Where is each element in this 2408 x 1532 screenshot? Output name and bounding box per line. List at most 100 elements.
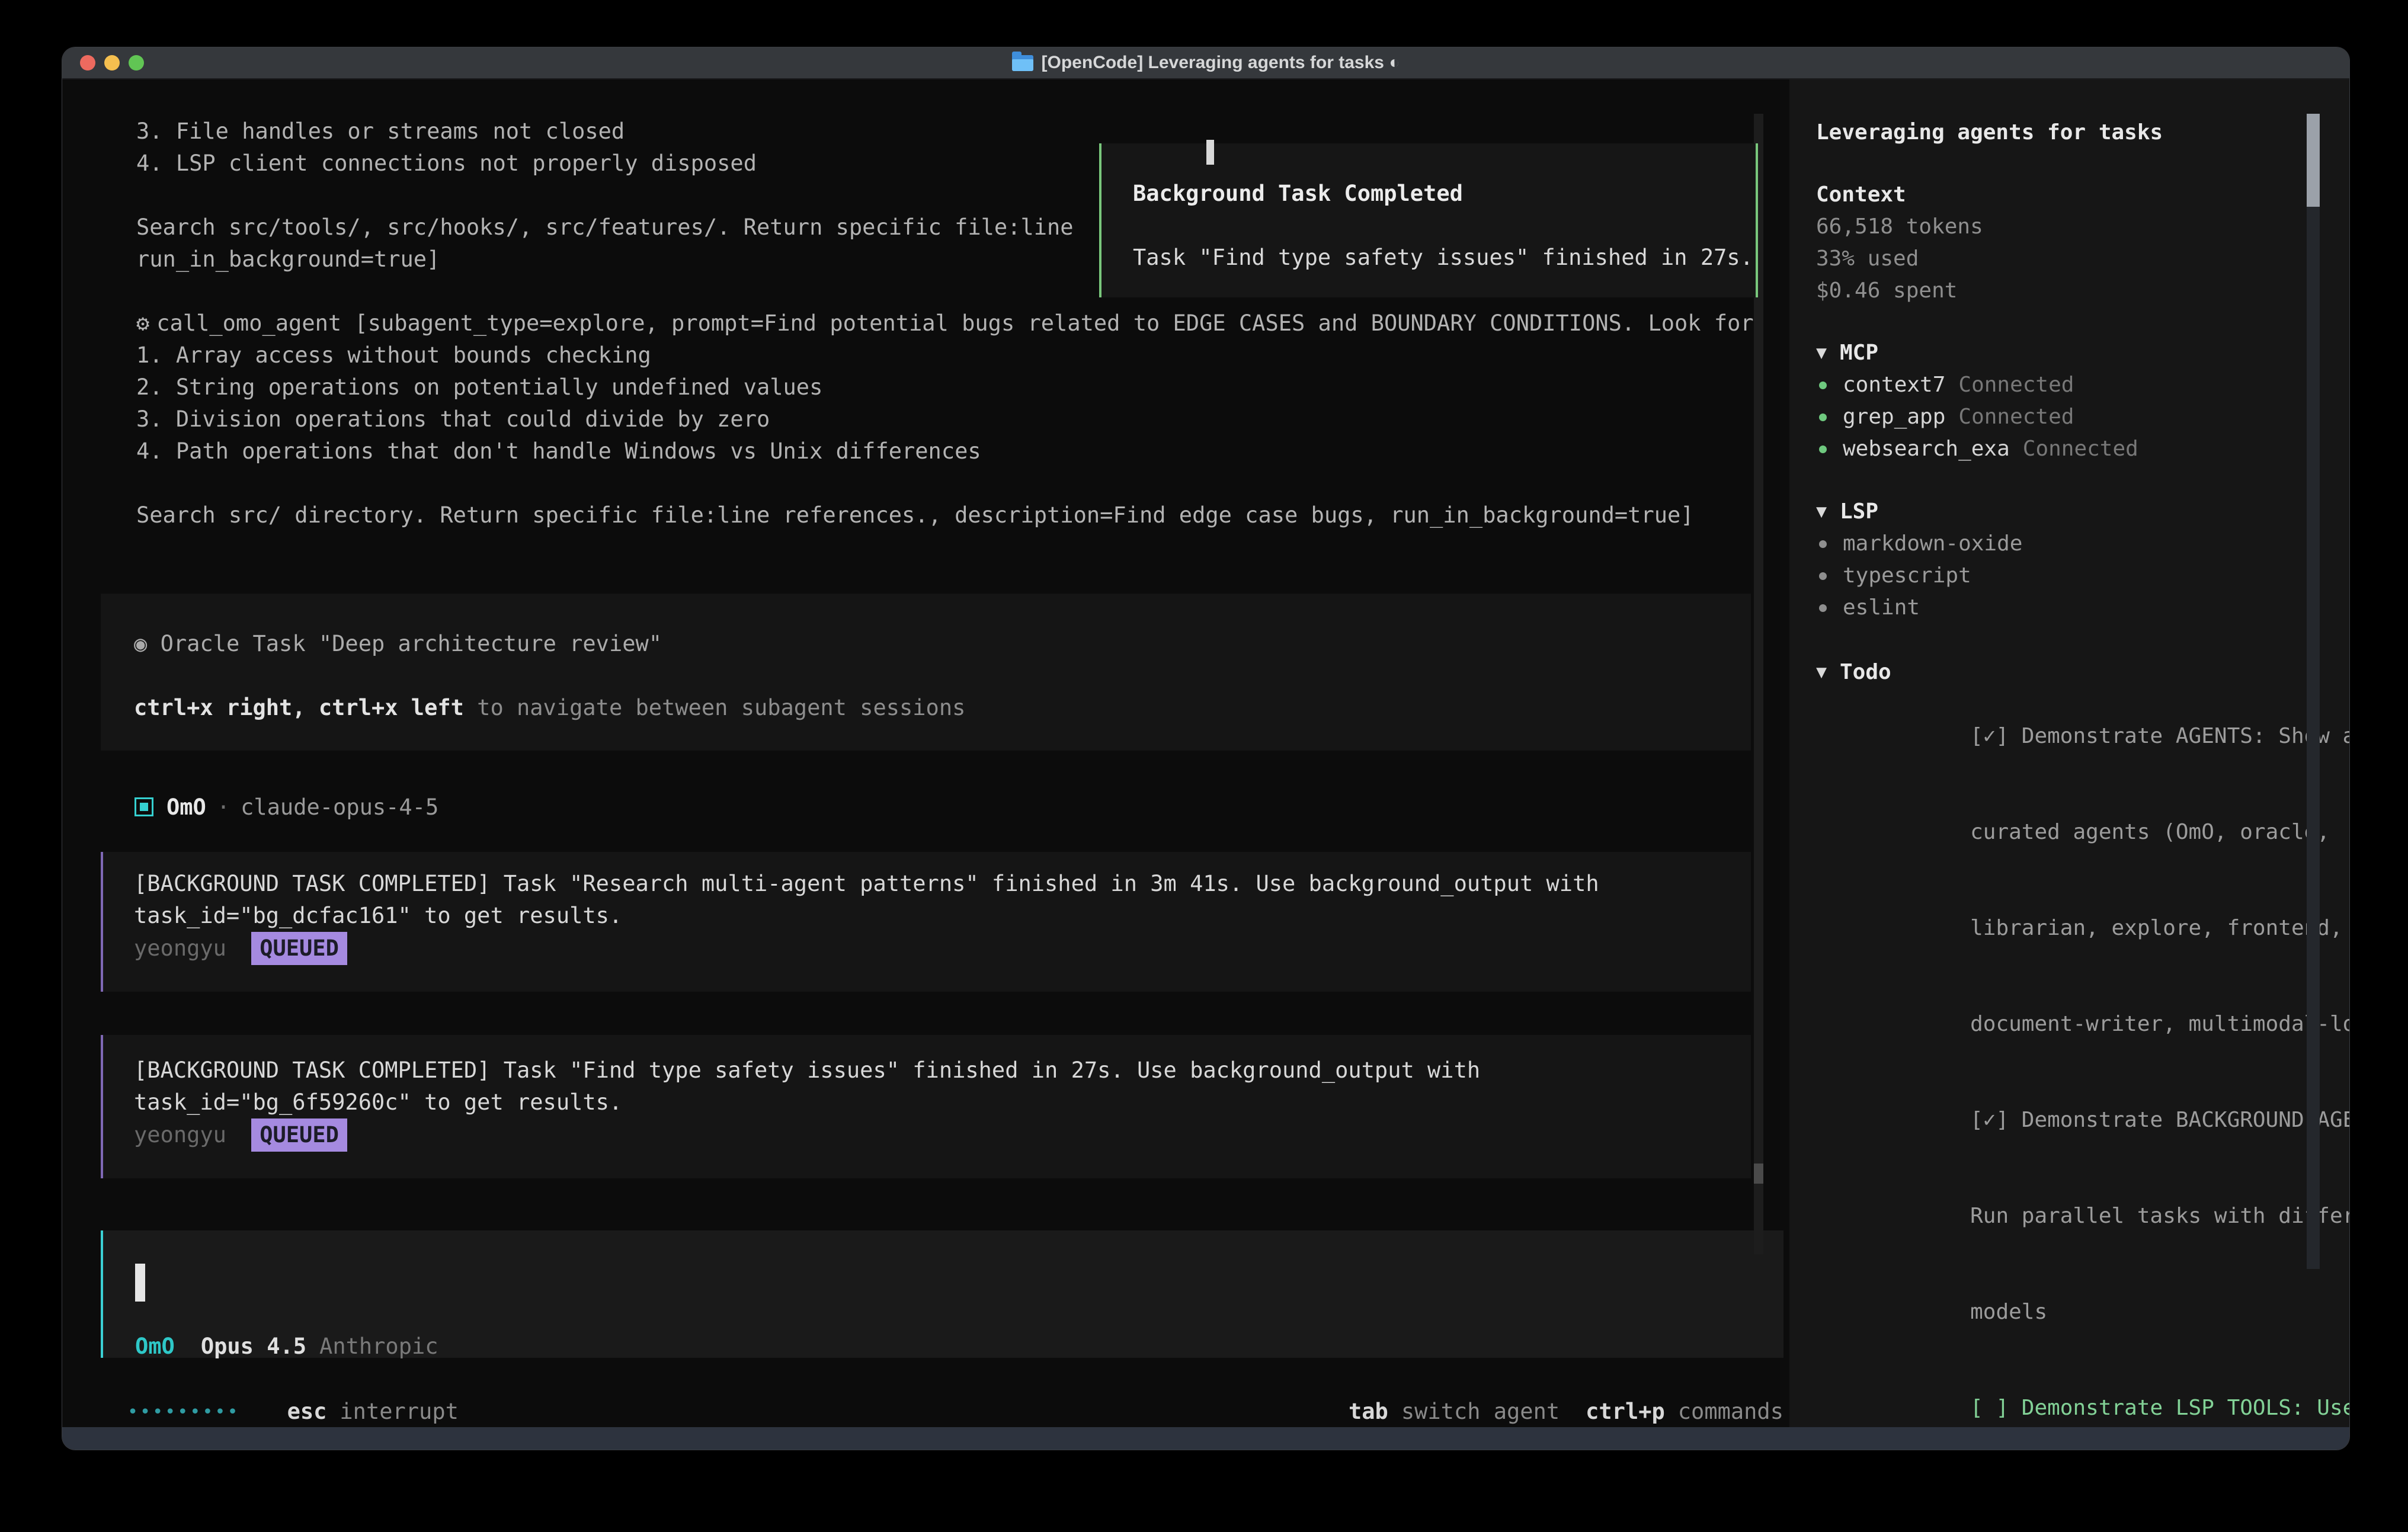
lsp-server-name: eslint bbox=[1843, 592, 1920, 624]
terminal-line-text: 4. LSP client connections not properly d… bbox=[136, 148, 757, 180]
background-task-message: [BACKGROUND TASK COMPLETED] Task "Resear… bbox=[101, 852, 1751, 992]
record-icon: ◉ bbox=[134, 631, 147, 656]
lsp-server-name: typescript bbox=[1843, 560, 1971, 592]
spinner-dots-icon: ∙∙∙∙∙∙∙∙∙ bbox=[127, 1401, 240, 1422]
session-title: Leveraging agents for tasks bbox=[1816, 117, 2349, 149]
window-bottom-strip bbox=[62, 1427, 2349, 1450]
todo-line: document-writer, multimodal-looker) bbox=[1816, 976, 2349, 1072]
task-user: yeongyu bbox=[134, 935, 226, 961]
context-tokens: 66,518 tokens bbox=[1816, 211, 2349, 243]
oracle-task-panel: ◉ Oracle Task "Deep architecture review"… bbox=[101, 594, 1751, 751]
todo-line: [✓] Demonstrate BACKGROUND AGENTS: bbox=[1816, 1072, 2349, 1168]
todo-line-text: [✓] Demonstrate AGENTS: Show all 7 bbox=[1970, 724, 2349, 748]
terminal-line: 2. String operations on potentially unde… bbox=[136, 371, 1754, 403]
todo-line-text: Run parallel tasks with different bbox=[1970, 1204, 2349, 1228]
lsp-server-row: eslint bbox=[1816, 592, 2349, 624]
window-title-text: [OpenCode] Leveraging agents for tasks ◐ bbox=[1042, 53, 1400, 73]
lsp-server-name: markdown-oxide bbox=[1843, 528, 2022, 560]
input-agent-name: OmO bbox=[135, 1334, 175, 1359]
todo-line-text: librarian, explore, frontend, bbox=[1970, 916, 2343, 940]
todo-line: curated agents (OmO, oracle, bbox=[1816, 784, 2349, 880]
context-spent: $0.46 spent bbox=[1816, 275, 2349, 307]
task-message-line2: task_id="bg_6f59260c" to get results. bbox=[134, 1086, 1751, 1118]
zoom-window-button[interactable] bbox=[129, 55, 144, 70]
todo-line-text: models bbox=[1970, 1300, 2047, 1324]
tab-key-hint: tab bbox=[1349, 1399, 1388, 1424]
agent-model: claude-opus-4-5 bbox=[241, 794, 438, 820]
close-window-button[interactable] bbox=[80, 55, 95, 70]
terminal-line-text: 1. Array access without bounds checking bbox=[136, 339, 651, 371]
agent-header: OmO · claude-opus-4-5 bbox=[135, 791, 438, 823]
terminal-line-text: 4. Path operations that don't handle Win… bbox=[136, 435, 981, 467]
sidebar-scrollbar-thumb[interactable] bbox=[2307, 114, 2320, 207]
task-user: yeongyu bbox=[134, 1122, 226, 1148]
ctrlp-key-label: commands bbox=[1678, 1399, 1783, 1424]
ctrlp-key-hint: ctrl+p bbox=[1586, 1399, 1665, 1424]
prompt-input[interactable]: OmO Opus 4.5 Anthropic bbox=[101, 1230, 1783, 1358]
mcp-section: ▼ MCP context7 Connected grep_app Connec… bbox=[1816, 337, 2349, 465]
green-bullet-icon bbox=[1819, 446, 1827, 453]
shortcut-description: to navigate between subagent sessions bbox=[464, 695, 965, 720]
mcp-server-status: Connected bbox=[1958, 369, 2074, 401]
oracle-task-line: ◉ Oracle Task "Deep architecture review" bbox=[134, 628, 1751, 660]
terminal-line: 4. Path operations that don't handle Win… bbox=[136, 435, 1754, 467]
terminal-main-pane[interactable]: 3. File handles or streams not closed 4.… bbox=[62, 79, 1789, 1427]
esc-key-label: interrupt bbox=[340, 1399, 458, 1424]
todo-line-text: document-writer, multimodal-looker) bbox=[1970, 1012, 2349, 1036]
terminal-line-text: Search src/ directory. Return specific f… bbox=[136, 499, 1694, 531]
terminal-line: 3. Division operations that could divide… bbox=[136, 403, 1754, 435]
lsp-section-header[interactable]: ▼ LSP bbox=[1816, 496, 2349, 528]
terminal-line-text: run_in_background=true] bbox=[136, 243, 440, 275]
todo-section: ▼ Todo [✓] Demonstrate AGENTS: Show all … bbox=[1816, 656, 2349, 1427]
mcp-server-status: Connected bbox=[2023, 433, 2138, 465]
terminal-line-text: 3. Division operations that could divide… bbox=[136, 403, 770, 435]
mcp-section-header[interactable]: ▼ MCP bbox=[1816, 337, 2349, 369]
window-title: [OpenCode] Leveraging agents for tasks ◐ bbox=[1012, 53, 1400, 73]
mcp-server-row: grep_app Connected bbox=[1816, 401, 2349, 433]
todo-line-text: [✓] Demonstrate BACKGROUND AGENTS: bbox=[1970, 1108, 2349, 1132]
status-bar: ∙∙∙∙∙∙∙∙∙ esc interrupt tab switch agent… bbox=[101, 1395, 1783, 1427]
agent-name: OmO bbox=[166, 794, 206, 820]
task-message-line2: task_id="bg_dcfac161" to get results. bbox=[134, 900, 1751, 932]
background-task-toast: Background Task Completed Task "Find typ… bbox=[1099, 143, 1758, 297]
terminal-line-text: 2. String operations on potentially unde… bbox=[136, 371, 822, 403]
gear-icon: ⚙ bbox=[136, 307, 149, 339]
todo-line-text: curated agents (OmO, oracle, bbox=[1970, 820, 2330, 844]
titlebar[interactable]: [OpenCode] Leveraging agents for tasks ◐ bbox=[62, 47, 2349, 79]
lsp-section: ▼ LSP markdown-oxide typescript eslint bbox=[1816, 496, 2349, 624]
terminal-line-text: call_omo_agent [subagent_type=explore, p… bbox=[156, 307, 1753, 339]
input-provider-name: Anthropic bbox=[319, 1334, 438, 1359]
gray-bullet-icon bbox=[1819, 572, 1827, 580]
terminal-line-text: Search src/tools/, src/hooks/, src/featu… bbox=[136, 211, 1074, 243]
mouse-ibeam-cursor bbox=[1206, 140, 1214, 165]
navigation-hint-line: ctrl+x right, ctrl+x left to navigate be… bbox=[134, 692, 1751, 724]
mcp-server-status: Connected bbox=[1958, 401, 2074, 433]
terminal-line: 1. Array access without bounds checking bbox=[136, 339, 1754, 371]
task-message-line1: [BACKGROUND TASK COMPLETED] Task "Find t… bbox=[134, 1055, 1751, 1086]
input-model-name: Opus 4.5 bbox=[201, 1334, 306, 1359]
todo-line: [ ] Demonstrate LSP TOOLS: Use bbox=[1816, 1360, 2349, 1427]
tab-key-label: switch agent bbox=[1401, 1399, 1560, 1424]
background-task-message: [BACKGROUND TASK COMPLETED] Task "Find t… bbox=[101, 1035, 1751, 1178]
separator-dot: · bbox=[217, 794, 230, 820]
green-bullet-icon bbox=[1819, 414, 1827, 421]
green-bullet-icon bbox=[1819, 382, 1827, 389]
todo-line-text: [ ] Demonstrate LSP TOOLS: Use bbox=[1970, 1396, 2349, 1420]
todo-section-header[interactable]: ▼ Todo bbox=[1816, 656, 2349, 688]
minimize-window-button[interactable] bbox=[104, 55, 120, 70]
todo-line: [✓] Demonstrate AGENTS: Show all 7 bbox=[1816, 688, 2349, 784]
status-badge: QUEUED bbox=[251, 1118, 347, 1152]
mcp-server-name: context7 bbox=[1843, 369, 1945, 401]
context-used: 33% used bbox=[1816, 243, 2349, 275]
main-scrollbar-thumb[interactable] bbox=[1754, 1164, 1763, 1184]
terminal-line bbox=[136, 467, 1754, 499]
mcp-heading: MCP bbox=[1840, 337, 1878, 369]
lsp-server-row: typescript bbox=[1816, 560, 2349, 592]
opencode-window: [OpenCode] Leveraging agents for tasks ◐… bbox=[62, 47, 2349, 1450]
agent-square-icon bbox=[135, 797, 153, 816]
sidebar-scrollbar-track[interactable] bbox=[2307, 114, 2320, 1269]
terminal-line-text: 3. File handles or streams not closed bbox=[136, 116, 625, 148]
mcp-server-row: websearch_exa Connected bbox=[1816, 433, 2349, 465]
terminal-line: ⚙ call_omo_agent [subagent_type=explore,… bbox=[136, 307, 1754, 339]
todo-line: models bbox=[1816, 1264, 2349, 1360]
